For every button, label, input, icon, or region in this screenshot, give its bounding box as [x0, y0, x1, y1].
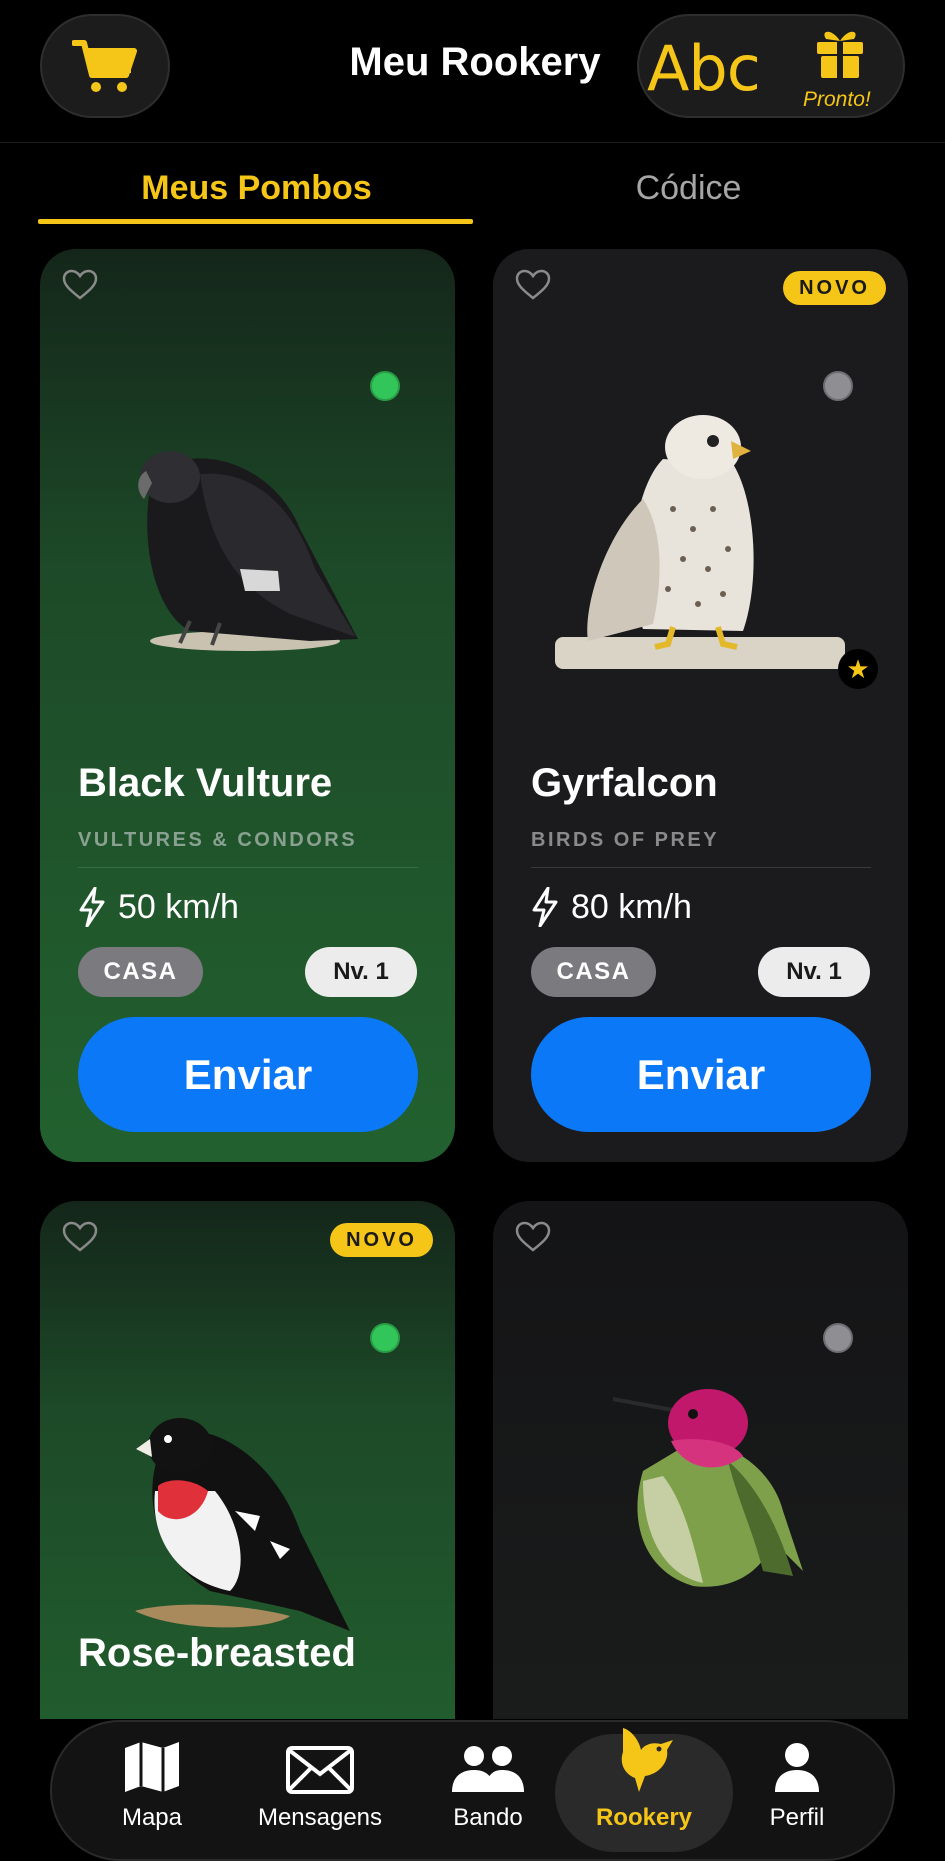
heart-icon[interactable]: [62, 269, 98, 301]
group-icon: [452, 1746, 524, 1792]
page-title: Meu Rookery: [349, 40, 601, 84]
nav-item-bando[interactable]: Bando: [413, 1734, 563, 1852]
bird-name: Rose-breasted: [78, 1631, 356, 1675]
active-tab-indicator: [38, 219, 473, 224]
lightning-icon: [532, 887, 558, 927]
bird-category: VULTURES & CONDORS: [78, 829, 358, 851]
shop-cart-button[interactable]: [40, 14, 170, 118]
gift-icon: [817, 31, 863, 78]
heart-icon[interactable]: [515, 1221, 551, 1253]
nav-label: Rookery: [595, 1804, 693, 1831]
hummingbird-image: [612, 1389, 803, 1587]
tab-bar: Meus Pombos Códice: [0, 143, 945, 225]
send-button[interactable]: Enviar: [78, 1017, 418, 1132]
nav-label: Mensagens: [257, 1804, 383, 1831]
speed-value: 80 km/h: [571, 887, 692, 926]
bird-card[interactable]: Black Vulture VULTURES & CONDORS 50 km/h…: [40, 249, 455, 1162]
shopping-cart-icon: [72, 40, 137, 92]
gift-status: Pronto!: [803, 88, 871, 111]
bird-card[interactable]: NOVO ★ Gyrfalcon BIRDS OF PREY 80 km/h C…: [493, 249, 908, 1162]
bird-card[interactable]: [493, 1201, 908, 1719]
nav-item-mapa[interactable]: Mapa: [77, 1734, 227, 1852]
level-chip: Nv. 1: [758, 947, 870, 997]
nav-item-perfil[interactable]: Perfil: [722, 1734, 872, 1852]
send-button[interactable]: Enviar: [531, 1017, 871, 1132]
new-badge: NOVO: [783, 271, 886, 305]
bird-card[interactable]: NOVO Rose-breasted: [40, 1201, 455, 1719]
bird-name: Gyrfalcon: [531, 761, 718, 805]
nav-item-mensagens[interactable]: Mensagens: [245, 1734, 395, 1852]
card-divider: [78, 867, 418, 868]
card-divider: [531, 867, 871, 868]
level-chip: Nv. 1: [305, 947, 417, 997]
nav-item-rookery[interactable]: Rookery: [555, 1728, 733, 1852]
tab-codice[interactable]: Códice: [472, 169, 905, 208]
heart-icon[interactable]: [62, 1221, 98, 1253]
rose-breasted-grosbeak-image: [135, 1418, 350, 1631]
map-icon: [125, 1742, 179, 1792]
nav-label: Bando: [453, 1804, 523, 1831]
star-icon: ★: [838, 649, 878, 689]
location-chip: CASA: [78, 947, 203, 997]
daily-reward-pill[interactable]: Abc Pronto!: [637, 14, 905, 118]
new-badge: NOVO: [330, 1223, 433, 1257]
tab-meus-pombos[interactable]: Meus Pombos: [40, 169, 473, 208]
bird-speed: 50 km/h: [78, 887, 239, 927]
nav-label: Perfil: [769, 1804, 825, 1831]
speed-value: 50 km/h: [118, 887, 239, 926]
person-icon: [775, 1743, 819, 1792]
bottom-nav: Mapa Mensagens Bando Rookery Perfil: [50, 1720, 895, 1861]
bird-category: BIRDS OF PREY: [531, 829, 720, 851]
letters-text: Abc: [647, 32, 761, 105]
heart-icon[interactable]: [515, 269, 551, 301]
location-chip: CASA: [531, 947, 656, 997]
lightning-icon: [79, 887, 105, 927]
bird-speed: 80 km/h: [531, 887, 692, 927]
bird-icon: [621, 1728, 673, 1792]
bird-grid: Black Vulture VULTURES & CONDORS 50 km/h…: [0, 249, 945, 1719]
bird-name: Black Vulture: [78, 761, 333, 805]
nav-label: Mapa: [121, 1804, 183, 1831]
app-header: Meu Rookery Abc Pronto!: [0, 0, 945, 143]
black-vulture-image: [138, 451, 358, 651]
envelope-icon: [286, 1746, 354, 1794]
